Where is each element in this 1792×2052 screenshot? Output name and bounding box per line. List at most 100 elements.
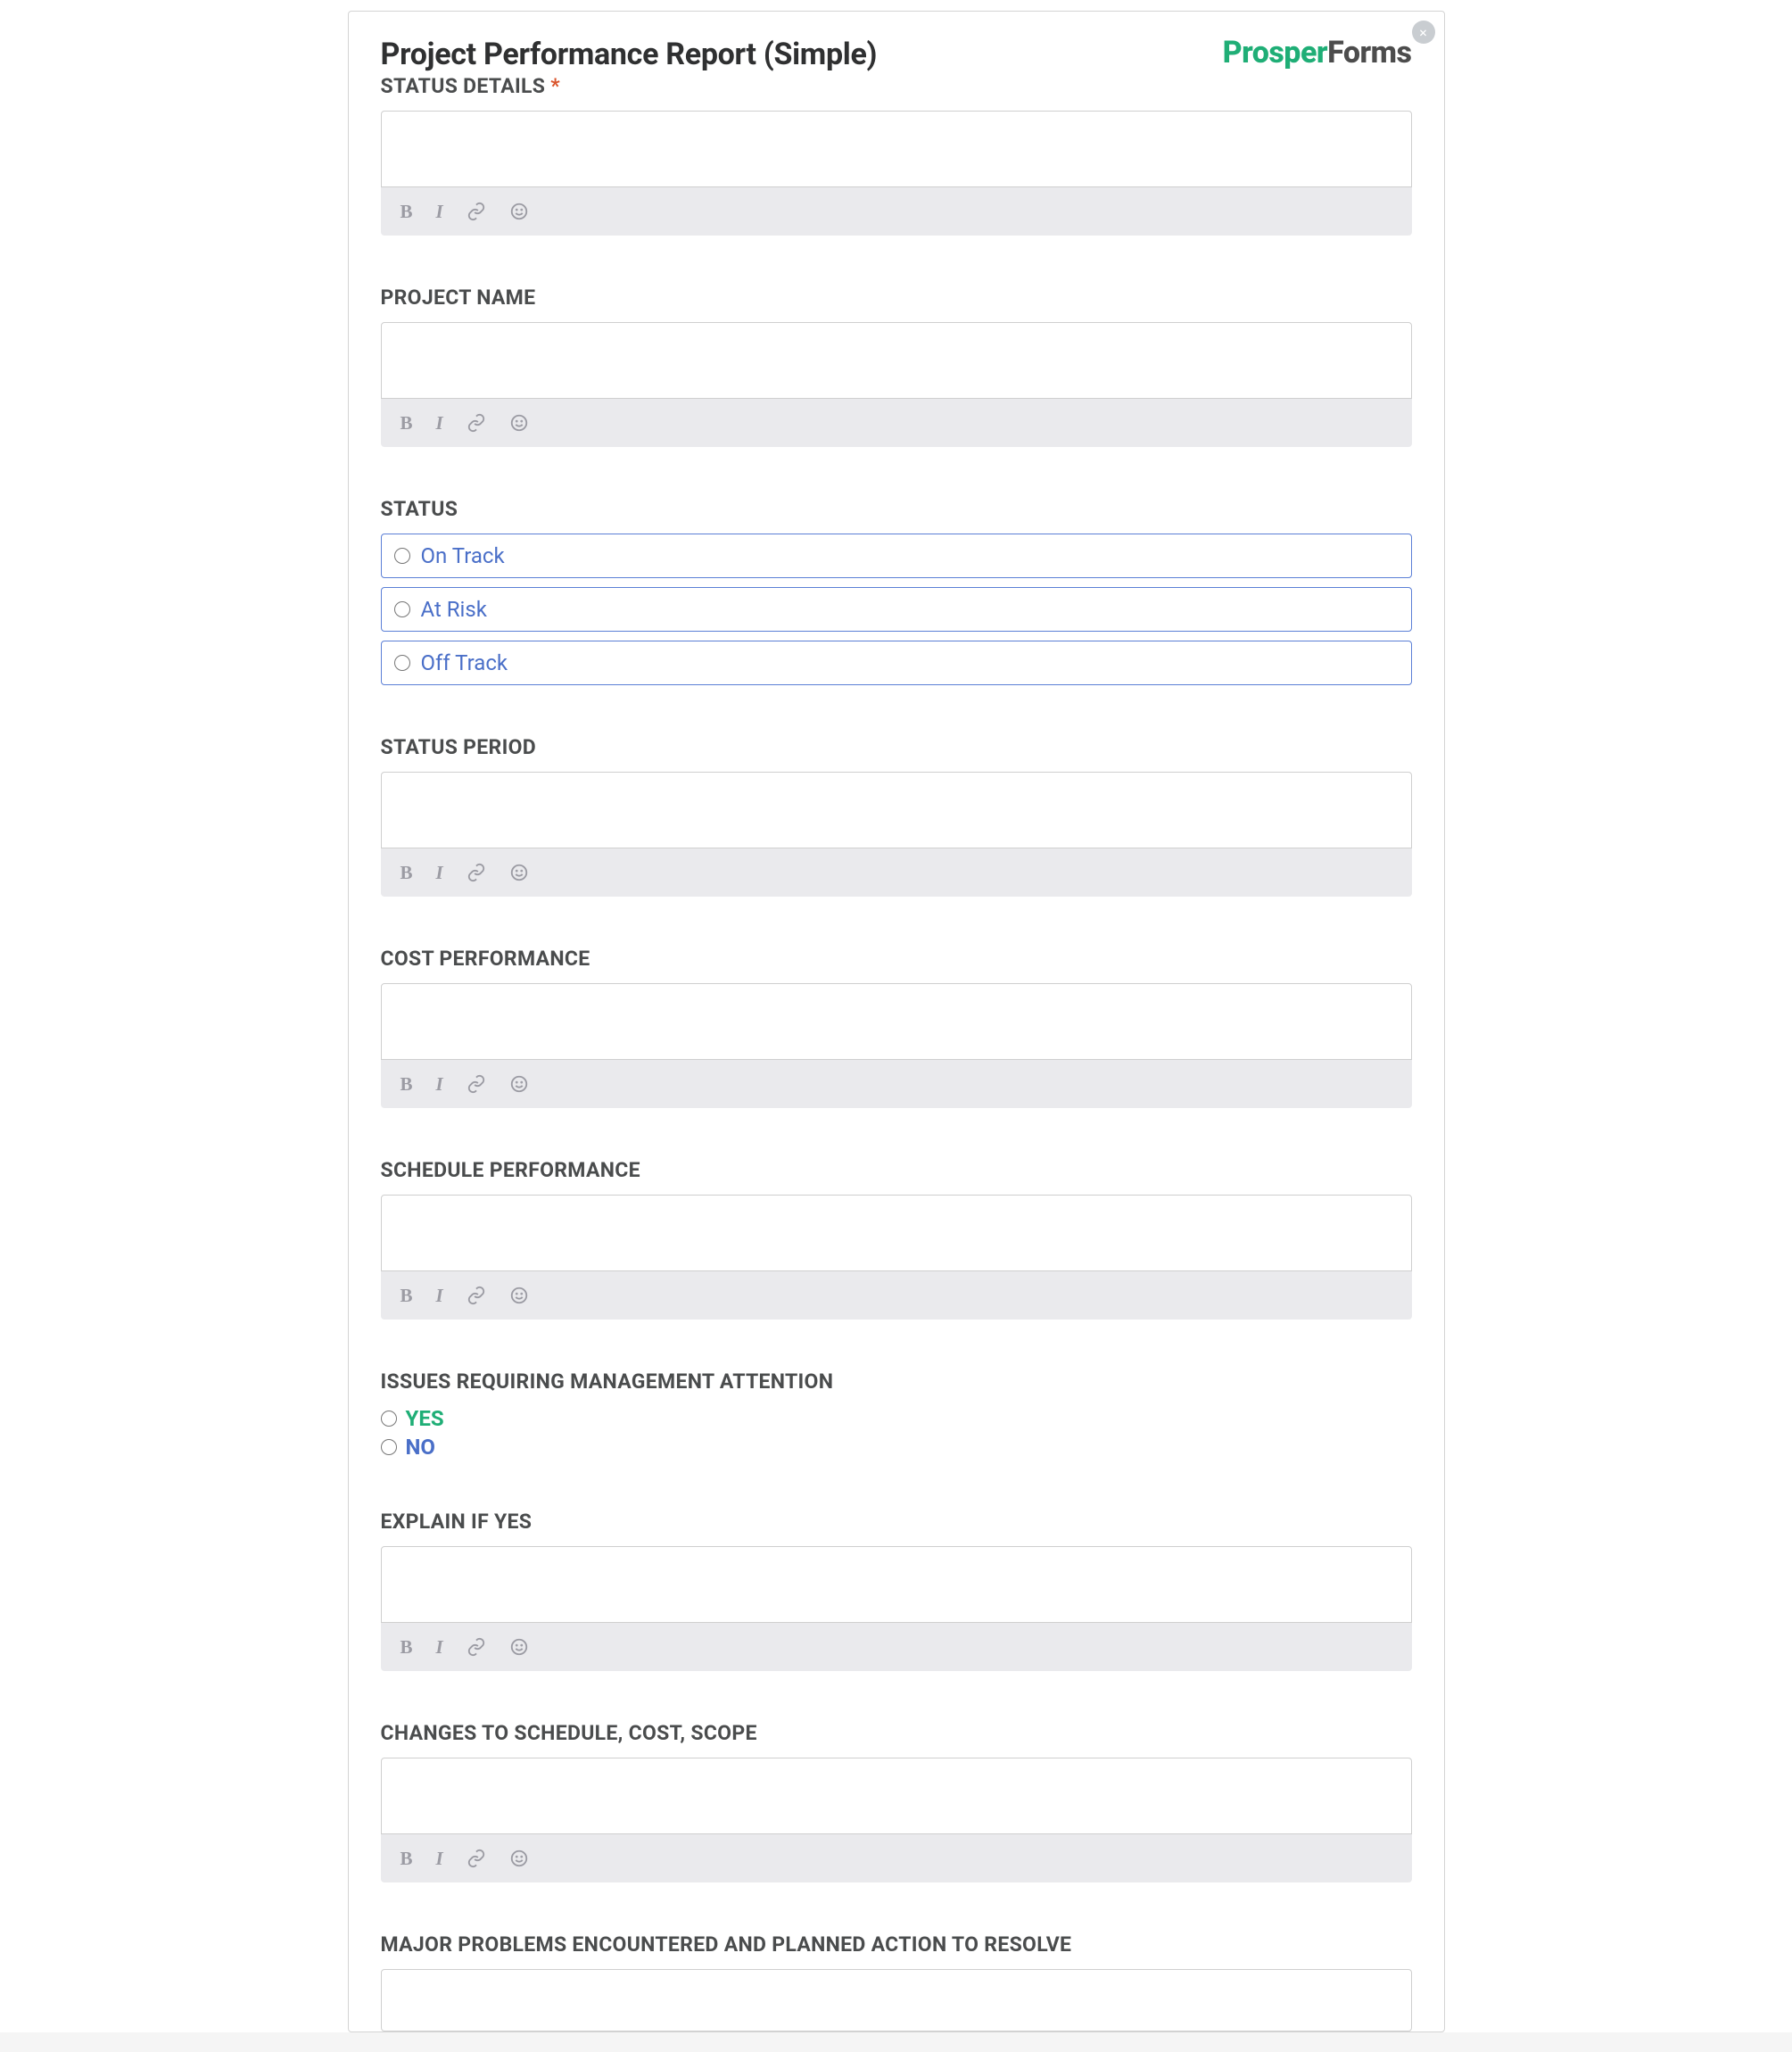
- toolbar-project-name: B I: [381, 399, 1412, 447]
- label-status-period: STATUS PERIOD: [381, 735, 1412, 759]
- label-major-problems: MAJOR PROBLEMS ENCOUNTERED AND PLANNED A…: [381, 1932, 1412, 1957]
- field-changes: CHANGES TO SCHEDULE, COST, SCOPE B I: [381, 1721, 1412, 1882]
- link-icon: [467, 413, 486, 433]
- link-button[interactable]: [467, 1074, 486, 1094]
- outer-frame: × Project Performance Report (Simple) Pr…: [0, 0, 1792, 2032]
- radio-label-at-risk: At Risk: [421, 597, 487, 622]
- required-star: *: [550, 74, 560, 98]
- emoji-icon: [509, 1074, 529, 1094]
- emoji-button[interactable]: [509, 1637, 529, 1657]
- page-title: Project Performance Report (Simple): [381, 37, 878, 72]
- link-button[interactable]: [467, 413, 486, 433]
- link-icon: [467, 1074, 486, 1094]
- label-cost-performance: COST PERFORMANCE: [381, 947, 1412, 971]
- toolbar-cost-performance: B I: [381, 1060, 1412, 1108]
- field-cost-performance: COST PERFORMANCE B I: [381, 947, 1412, 1108]
- italic-button[interactable]: I: [436, 1636, 443, 1659]
- radio-option-off-track[interactable]: Off Track: [381, 641, 1412, 685]
- field-explain-if-yes: EXPLAIN IF YES B I: [381, 1510, 1412, 1671]
- italic-button[interactable]: I: [436, 862, 443, 884]
- italic-button[interactable]: I: [436, 412, 443, 434]
- close-button[interactable]: ×: [1412, 21, 1435, 44]
- emoji-icon: [509, 202, 529, 221]
- radio-input-no[interactable]: [381, 1439, 397, 1455]
- link-icon: [467, 863, 486, 882]
- emoji-button[interactable]: [509, 1074, 529, 1094]
- emoji-icon: [509, 863, 529, 882]
- radio-label-on-track: On Track: [421, 543, 505, 568]
- radio-option-at-risk[interactable]: At Risk: [381, 587, 1412, 632]
- radio-input-off-track[interactable]: [394, 655, 410, 671]
- toolbar-explain-if-yes: B I: [381, 1623, 1412, 1671]
- field-schedule-performance: SCHEDULE PERFORMANCE B I: [381, 1158, 1412, 1320]
- field-issues-attention: ISSUES REQUIRING MANAGEMENT ATTENTION YE…: [381, 1369, 1412, 1460]
- label-project-name: PROJECT NAME: [381, 285, 1412, 310]
- bold-button[interactable]: B: [401, 1285, 413, 1307]
- field-status-period: STATUS PERIOD B I: [381, 735, 1412, 897]
- emoji-icon: [509, 413, 529, 433]
- bold-button[interactable]: B: [401, 862, 413, 884]
- italic-button[interactable]: I: [436, 1285, 443, 1307]
- radio-input-on-track[interactable]: [394, 548, 410, 564]
- form-container: × Project Performance Report (Simple) Pr…: [348, 11, 1445, 2032]
- italic-button[interactable]: I: [436, 201, 443, 223]
- toolbar-changes: B I: [381, 1834, 1412, 1882]
- logo-part-prosper: Prosper: [1223, 35, 1328, 70]
- bold-button[interactable]: B: [401, 1636, 413, 1659]
- field-project-name: PROJECT NAME B I: [381, 285, 1412, 447]
- italic-button[interactable]: I: [436, 1073, 443, 1096]
- textarea-status-details[interactable]: [381, 111, 1412, 187]
- logo: ProsperForms: [1223, 35, 1412, 70]
- italic-button[interactable]: I: [436, 1848, 443, 1870]
- textarea-status-period[interactable]: [381, 772, 1412, 848]
- textarea-schedule-performance[interactable]: [381, 1195, 1412, 1271]
- label-status-details: STATUS DETAILS *: [381, 74, 1412, 98]
- label-schedule-performance: SCHEDULE PERFORMANCE: [381, 1158, 1412, 1182]
- close-icon: ×: [1419, 24, 1427, 41]
- textarea-explain-if-yes[interactable]: [381, 1546, 1412, 1623]
- emoji-button[interactable]: [509, 863, 529, 882]
- link-icon: [467, 202, 486, 221]
- radio-label-yes: YES: [406, 1406, 444, 1431]
- emoji-icon: [509, 1286, 529, 1305]
- field-status: STATUS On Track At Risk Off Track: [381, 497, 1412, 685]
- logo-part-forms: Forms: [1327, 35, 1411, 70]
- link-button[interactable]: [467, 863, 486, 882]
- link-button[interactable]: [467, 1286, 486, 1305]
- label-changes: CHANGES TO SCHEDULE, COST, SCOPE: [381, 1721, 1412, 1745]
- field-major-problems: MAJOR PROBLEMS ENCOUNTERED AND PLANNED A…: [381, 1932, 1412, 2031]
- link-icon: [467, 1849, 486, 1868]
- textarea-project-name[interactable]: [381, 322, 1412, 399]
- radio-label-no: NO: [406, 1435, 435, 1460]
- bold-button[interactable]: B: [401, 201, 413, 223]
- radio-label-off-track: Off Track: [421, 650, 508, 675]
- link-button[interactable]: [467, 202, 486, 221]
- label-status: STATUS: [381, 497, 1412, 521]
- toolbar-status-details: B I: [381, 187, 1412, 236]
- link-button[interactable]: [467, 1849, 486, 1868]
- emoji-icon: [509, 1637, 529, 1657]
- emoji-button[interactable]: [509, 202, 529, 221]
- link-icon: [467, 1637, 486, 1657]
- emoji-icon: [509, 1849, 529, 1868]
- radio-input-yes[interactable]: [381, 1411, 397, 1427]
- emoji-button[interactable]: [509, 1849, 529, 1868]
- header-row: Project Performance Report (Simple) Pros…: [381, 37, 1412, 72]
- textarea-cost-performance[interactable]: [381, 983, 1412, 1060]
- radio-option-on-track[interactable]: On Track: [381, 534, 1412, 578]
- field-status-details: STATUS DETAILS * B I: [381, 74, 1412, 236]
- textarea-changes[interactable]: [381, 1758, 1412, 1834]
- radio-option-yes[interactable]: YES: [381, 1406, 1412, 1431]
- bold-button[interactable]: B: [401, 1848, 413, 1870]
- radio-input-at-risk[interactable]: [394, 601, 410, 617]
- link-button[interactable]: [467, 1637, 486, 1657]
- link-icon: [467, 1286, 486, 1305]
- label-explain-if-yes: EXPLAIN IF YES: [381, 1510, 1412, 1534]
- emoji-button[interactable]: [509, 1286, 529, 1305]
- bold-button[interactable]: B: [401, 1073, 413, 1096]
- textarea-major-problems[interactable]: [381, 1969, 1412, 2031]
- radio-option-no[interactable]: NO: [381, 1435, 1412, 1460]
- toolbar-schedule-performance: B I: [381, 1271, 1412, 1320]
- emoji-button[interactable]: [509, 413, 529, 433]
- bold-button[interactable]: B: [401, 412, 413, 434]
